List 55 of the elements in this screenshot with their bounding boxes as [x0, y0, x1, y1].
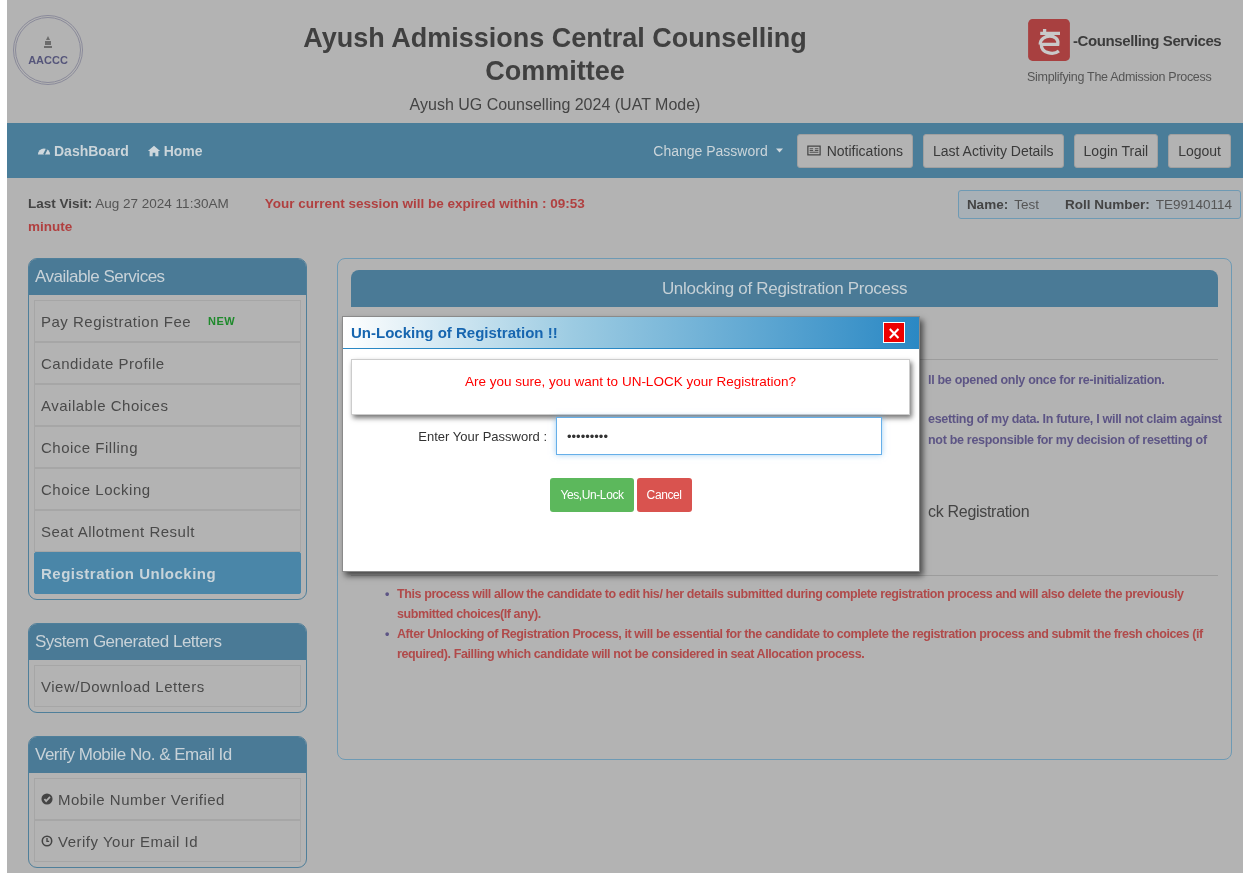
sidebar-item[interactable]: Available Choices	[34, 384, 301, 426]
site-title: Ayush Admissions Central Counselling Committee	[302, 22, 808, 88]
close-button[interactable]: ×	[883, 322, 905, 343]
session-unit: minute	[28, 218, 74, 236]
logo-text: AACCC	[28, 54, 68, 66]
sidebar-item[interactable]: Choice Filling	[34, 426, 301, 468]
sidebar-panel-title: Verify Mobile No. & Email Id	[29, 737, 306, 773]
partial-text: ll be opened only once for re-initialization.	[928, 372, 1166, 389]
nav-button[interactable]: Logout	[1168, 133, 1231, 168]
e-logo-icon	[1027, 18, 1071, 62]
nav-button[interactable]: Last Activity Details	[922, 133, 1064, 168]
bullet-icon: •	[385, 624, 389, 664]
sidebar-item[interactable]: Registration Unlocking	[34, 552, 301, 594]
bullet-icon: •	[385, 584, 389, 624]
new-label: NEW	[208, 315, 236, 327]
session-timer-text: Your current session will be expired within : 09:53	[264, 195, 585, 213]
dialog-message: Are you sure, you want to UN-LOCK your Registration?	[351, 359, 910, 415]
sidebar-panel-title: Available Services	[29, 259, 306, 295]
last-visit-label: Last Visit:	[28, 196, 93, 211]
name-value: Test	[1014, 197, 1039, 212]
nav-link[interactable]: DashBoard	[37, 142, 129, 159]
nav-button[interactable]: Login Trail	[1073, 133, 1159, 168]
clock-icon	[41, 835, 53, 847]
brand-tagline: Simplifying The Admission Process	[1027, 70, 1213, 84]
sidebar-item[interactable]: Mobile Number Verified	[34, 778, 301, 820]
brand-name: -Counselling Services	[1073, 31, 1222, 49]
dialog-title: Un-Locking of Registration !!	[351, 324, 558, 341]
partial-text: not be responsible for my decision of resetting of	[928, 432, 1209, 449]
unlock-button[interactable]: Yes,Un-Lock	[550, 478, 634, 512]
sidebar-item[interactable]: Choice Locking	[34, 468, 301, 510]
sidebar-panel-title: System Generated Letters	[29, 624, 306, 660]
home-icon	[146, 143, 161, 158]
roll-number-label: Roll Number:	[1064, 197, 1150, 212]
nav-button[interactable]: Notifications	[796, 133, 913, 168]
name-label: Name:	[966, 197, 1009, 212]
roll-number-value: TE99140114	[1155, 197, 1232, 212]
sidebar-item[interactable]: Pay Registration Fee NEW	[34, 300, 301, 342]
check-circle-icon	[41, 793, 53, 805]
site-subtitle: Ayush UG Counselling 2024 (UAT Mode)	[408, 96, 702, 114]
note-text: After Unlocking of Registration Process, it will be essential for the candidate to complete the registration process and submit the fresh choices (if required). Failling which candidate will not be considered in seat Allocation process.	[397, 626, 1205, 663]
sidebar-item[interactable]: Candidate Profile	[34, 342, 301, 384]
sidebar-item[interactable]: Seat Allotment Result	[34, 510, 301, 552]
newspaper-icon	[806, 145, 821, 156]
nav-link[interactable]: Home	[146, 142, 203, 159]
sidebar-item[interactable]: View/Download Letters	[34, 665, 301, 707]
change-password-dropdown[interactable]: Change Password	[653, 142, 783, 159]
partial-heading: ck Registration	[928, 503, 1031, 521]
content-panel-title: Unlocking of Registration Process	[351, 270, 1218, 307]
note-text: This process will allow the candidate to edit his/ her details submitted during complete registration process and will also delete the previously submitted choices(If any).	[397, 586, 1185, 623]
last-visit-value: Aug 27 2024 11:30AM	[95, 196, 229, 211]
password-field[interactable]: •••••••••	[556, 417, 882, 455]
password-label: Enter Your Password :	[417, 428, 547, 444]
sidebar-item[interactable]: Verify Your Email Id	[34, 820, 301, 862]
cancel-button[interactable]: Cancel	[636, 478, 692, 512]
caret-icon	[775, 148, 783, 153]
